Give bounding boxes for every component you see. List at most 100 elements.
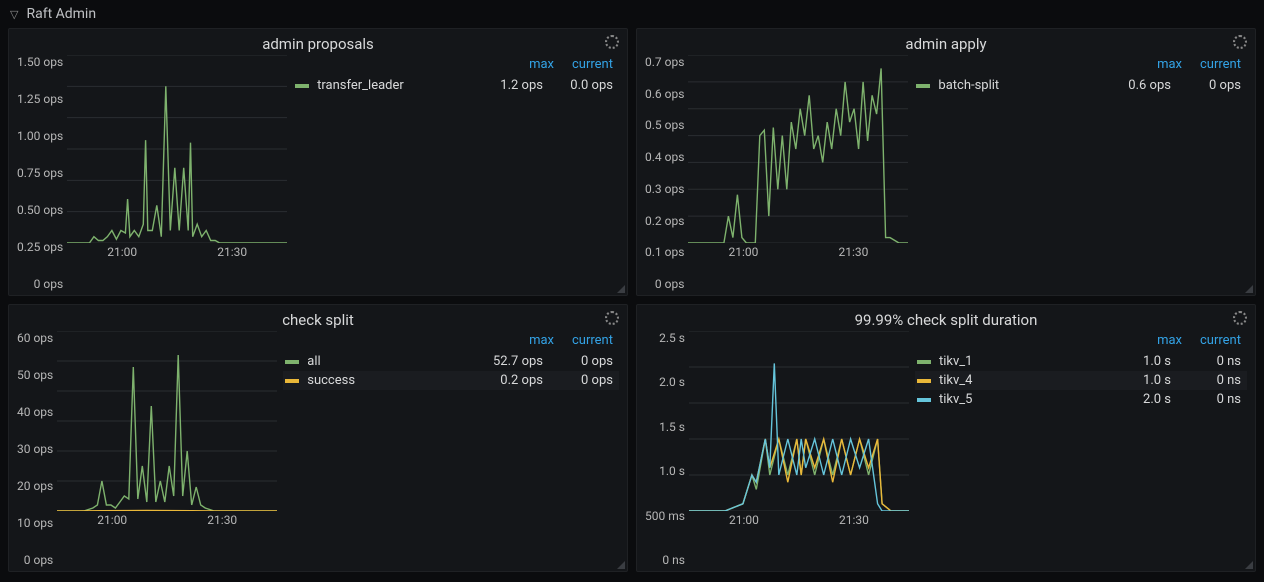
- legend-row[interactable]: success 0.2 ops 0 ops: [283, 371, 619, 390]
- y-tick: 40 ops: [17, 405, 53, 419]
- legend-header: max current: [915, 331, 1247, 352]
- y-tick: 0.7 ops: [645, 55, 684, 69]
- legend-row[interactable]: tikv_4 1.0 s 0 ns: [915, 371, 1247, 390]
- legend-header: max current: [283, 331, 619, 352]
- y-tick: 0.3 ops: [645, 182, 684, 196]
- legend-col-max[interactable]: max: [529, 57, 554, 72]
- x-axis: 21:0021:30: [688, 243, 908, 259]
- series-max: 2.0 s: [1101, 392, 1171, 407]
- legend: max current transfer_leader 1.2 ops 0.0 …: [293, 55, 619, 291]
- y-tick: 0.25 ops: [17, 240, 63, 254]
- chart-area[interactable]: 60 ops50 ops40 ops30 ops20 ops10 ops0 op…: [17, 331, 277, 567]
- chart-area[interactable]: 1.50 ops1.25 ops1.00 ops0.75 ops0.50 ops…: [17, 55, 287, 291]
- y-tick: 20 ops: [17, 479, 53, 493]
- resize-handle-icon[interactable]: [1245, 285, 1253, 293]
- chart-plot[interactable]: [57, 331, 277, 511]
- y-tick: 1.0 s: [659, 464, 685, 478]
- legend-row[interactable]: all 52.7 ops 0 ops: [283, 352, 619, 371]
- chevron-down-icon: ▽: [10, 8, 18, 21]
- series-name: batch-split: [938, 78, 1101, 93]
- legend-row[interactable]: tikv_5 2.0 s 0 ns: [915, 390, 1247, 409]
- legend-swatch: [285, 360, 299, 364]
- series-name: tikv_1: [939, 354, 1101, 369]
- loading-icon: [1233, 35, 1247, 49]
- legend-swatch: [917, 398, 931, 402]
- y-axis: 2.5 s2.0 s1.5 s1.0 s500 ms0 ns: [645, 331, 689, 567]
- x-axis: 21:0021:30: [67, 243, 287, 259]
- legend: max current all 52.7 ops 0 ops success 0…: [283, 331, 619, 567]
- y-tick: 0.6 ops: [645, 87, 684, 101]
- legend-col-current[interactable]: current: [572, 57, 613, 72]
- y-tick: 0.1 ops: [645, 245, 684, 259]
- y-tick: 1.5 s: [659, 420, 685, 434]
- legend-row[interactable]: tikv_1 1.0 s 0 ns: [915, 352, 1247, 371]
- chart-plot[interactable]: [688, 55, 908, 243]
- legend-swatch: [285, 379, 299, 383]
- resize-handle-icon[interactable]: [617, 561, 625, 569]
- x-tick: 21:00: [729, 513, 759, 527]
- legend-swatch: [916, 84, 930, 88]
- series-name: transfer_leader: [317, 78, 473, 93]
- series-max: 1.2 ops: [473, 78, 543, 93]
- legend-swatch: [917, 379, 931, 383]
- y-tick: 0.5 ops: [645, 118, 684, 132]
- y-tick: 50 ops: [17, 368, 53, 382]
- series-current: 0 ops: [543, 373, 613, 388]
- section-header[interactable]: ▽ Raft Admin: [0, 0, 1264, 28]
- panel-3[interactable]: 99.99% check split duration 2.5 s2.0 s1.…: [636, 304, 1256, 572]
- y-tick: 1.25 ops: [17, 92, 63, 106]
- panel-title: check split: [17, 311, 619, 331]
- y-tick: 0 ops: [34, 277, 64, 291]
- legend-row[interactable]: batch-split 0.6 ops 0 ops: [914, 76, 1247, 95]
- y-tick: 500 ms: [645, 509, 685, 523]
- x-axis: 21:0021:30: [689, 511, 909, 527]
- y-tick: 1.00 ops: [17, 129, 63, 143]
- y-tick: 0.50 ops: [17, 203, 63, 217]
- chart-plot[interactable]: [689, 331, 909, 511]
- panel-0[interactable]: admin proposals 1.50 ops1.25 ops1.00 ops…: [8, 28, 628, 296]
- series-current: 0 ns: [1171, 354, 1241, 369]
- series-max: 52.7 ops: [473, 354, 543, 369]
- y-tick: 0.4 ops: [645, 150, 684, 164]
- legend-col-max[interactable]: max: [1157, 333, 1182, 348]
- legend-row[interactable]: transfer_leader 1.2 ops 0.0 ops: [293, 76, 619, 95]
- y-tick: 0 ops: [655, 277, 685, 291]
- y-tick: 0 ops: [24, 553, 54, 567]
- series-current: 0 ns: [1171, 373, 1241, 388]
- y-tick: 2.0 s: [659, 375, 685, 389]
- series-name: success: [307, 373, 473, 388]
- chart-plot[interactable]: [67, 55, 287, 243]
- y-tick: 1.50 ops: [17, 55, 63, 69]
- panel-1[interactable]: admin apply 0.7 ops 0.6 ops 0.5 ops 0.4 ops…: [636, 28, 1256, 296]
- panel-title: admin apply: [645, 35, 1247, 55]
- series-current: 0.0 ops: [543, 78, 613, 93]
- legend-col-max[interactable]: max: [529, 333, 554, 348]
- x-tick: 21:30: [217, 245, 247, 259]
- legend-swatch: [917, 360, 931, 364]
- series-max: 0.2 ops: [473, 373, 543, 388]
- legend-col-current[interactable]: current: [1200, 57, 1241, 72]
- resize-handle-icon[interactable]: [1245, 561, 1253, 569]
- x-tick: 21:00: [97, 513, 127, 527]
- y-axis: 60 ops50 ops40 ops30 ops20 ops10 ops0 op…: [17, 331, 57, 567]
- series-current: 0 ns: [1171, 392, 1241, 407]
- y-axis: 0.7 ops0.6 ops0.5 ops0.4 ops0.3 ops0.2 o…: [645, 55, 688, 291]
- series-current: 0 ops: [1171, 78, 1241, 93]
- x-tick: 21:30: [207, 513, 237, 527]
- series-name: tikv_5: [939, 392, 1101, 407]
- legend-header: max current: [293, 55, 619, 76]
- legend-col-current[interactable]: current: [1200, 333, 1241, 348]
- chart-area[interactable]: 2.5 s2.0 s1.5 s1.0 s500 ms0 ns 21:0021:3…: [645, 331, 909, 567]
- legend-col-max[interactable]: max: [1157, 57, 1182, 72]
- resize-handle-icon[interactable]: [617, 285, 625, 293]
- panel-2[interactable]: check split 60 ops50 ops40 ops30 ops20 o…: [8, 304, 628, 572]
- x-tick: 21:00: [728, 245, 758, 259]
- series-name: all: [307, 354, 473, 369]
- y-tick: 10 ops: [17, 516, 53, 530]
- legend-col-current[interactable]: current: [572, 333, 613, 348]
- legend: max current batch-split 0.6 ops 0 ops: [914, 55, 1247, 291]
- series-max: 1.0 s: [1101, 373, 1171, 388]
- section-title: Raft Admin: [26, 6, 96, 22]
- chart-area[interactable]: 0.7 ops0.6 ops0.5 ops0.4 ops0.3 ops0.2 o…: [645, 55, 908, 291]
- legend: max current tikv_1 1.0 s 0 ns tikv_4 1.0…: [915, 331, 1247, 567]
